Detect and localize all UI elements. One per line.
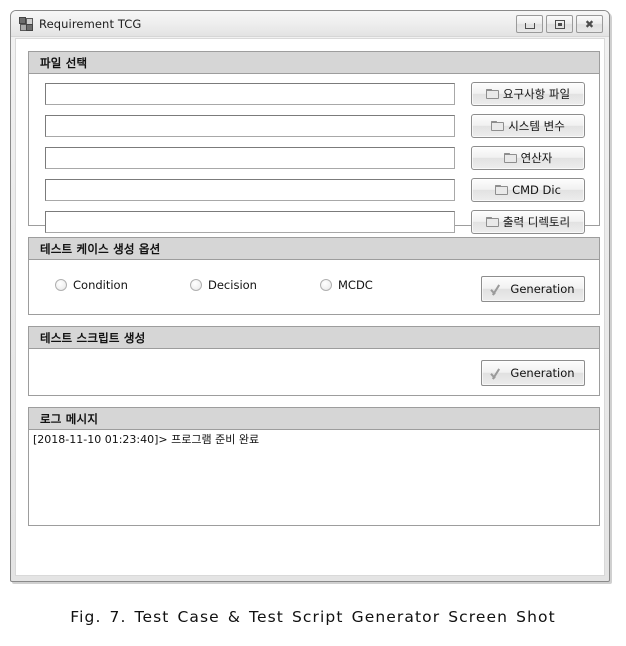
log-body: [2018-11-10 01:23:40]> 프로그램 준비 완료	[29, 430, 599, 525]
log-output[interactable]: [2018-11-10 01:23:40]> 프로그램 준비 완료	[29, 430, 599, 525]
figure-caption: Fig. 7. Test Case & Test Script Generato…	[70, 608, 556, 626]
cmd-dic-input[interactable]	[45, 179, 455, 201]
testcase-option-body: Condition Decision MCDC Generation	[29, 260, 599, 314]
application-window: Requirement TCG ✖ 파일 선택 요구사항 파일 시스템 변수 연…	[10, 10, 610, 582]
testcase-generation-button[interactable]: Generation	[481, 276, 585, 302]
system-variable-button-label: 시스템 변수	[508, 119, 565, 133]
system-variable-input[interactable]	[45, 115, 455, 137]
testcase-option-group: 테스트 케이스 생성 옵션 Condition Decision MCDC Ge…	[28, 237, 600, 315]
minimize-icon	[524, 23, 535, 29]
radio-mcdc[interactable]: MCDC	[320, 278, 373, 292]
script-generation-group: 테스트 스크립트 생성 Generation	[28, 326, 600, 396]
radio-decision-label: Decision	[208, 278, 257, 292]
testcase-generation-label: Generation	[510, 282, 575, 296]
file-selection-header: 파일 선택	[29, 52, 599, 74]
cmd-dic-button[interactable]: CMD Dic	[471, 178, 585, 202]
file-selection-group: 파일 선택 요구사항 파일 시스템 변수 연산자 CMD Dic 출력 디렉토리	[28, 51, 600, 234]
folder-icon	[503, 152, 518, 164]
form-icon	[19, 16, 33, 31]
client-area: 파일 선택 요구사항 파일 시스템 변수 연산자 CMD Dic 출력 디렉토리…	[15, 38, 605, 576]
operator-button[interactable]: 연산자	[471, 146, 585, 170]
system-variable-button[interactable]: 시스템 변수	[471, 114, 585, 138]
output-directory-button[interactable]: 출력 디렉토리	[471, 210, 585, 234]
check-icon	[491, 283, 505, 296]
log-line: [2018-11-10 01:23:40]> 프로그램 준비 완료	[33, 433, 260, 446]
window-controls: ✖	[516, 15, 603, 33]
log-group: 로그 메시지 [2018-11-10 01:23:40]> 프로그램 준비 완료	[28, 407, 600, 526]
radio-condition-label: Condition	[73, 278, 128, 292]
operator-button-label: 연산자	[520, 151, 553, 165]
folder-icon	[495, 184, 509, 196]
radio-condition[interactable]: Condition	[55, 278, 128, 292]
radio-decision[interactable]: Decision	[190, 278, 257, 292]
file-selection-body: 요구사항 파일 시스템 변수 연산자 CMD Dic 출력 디렉토리	[29, 74, 599, 234]
folder-icon	[491, 120, 505, 132]
script-generation-button[interactable]: Generation	[481, 360, 585, 386]
script-generation-body: Generation	[29, 349, 599, 395]
radio-icon	[190, 279, 202, 291]
coverage-radio-group: Condition Decision MCDC	[45, 278, 475, 298]
title-bar[interactable]: Requirement TCG ✖	[11, 11, 609, 37]
close-icon: ✖	[584, 17, 595, 31]
operator-input[interactable]	[45, 147, 455, 169]
cmd-dic-button-label: CMD Dic	[512, 183, 561, 197]
radio-icon	[55, 279, 67, 291]
testcase-option-header: 테스트 케이스 생성 옵션	[29, 238, 599, 260]
folder-icon	[485, 88, 500, 100]
output-directory-input[interactable]	[45, 211, 455, 233]
folder-icon	[485, 216, 500, 228]
check-icon	[491, 367, 505, 380]
maximize-icon	[554, 19, 565, 29]
log-header: 로그 메시지	[29, 408, 599, 430]
script-generation-label: Generation	[510, 366, 575, 380]
minimize-button[interactable]	[516, 15, 543, 33]
requirements-file-button-label: 요구사항 파일	[502, 87, 571, 101]
requirements-file-button[interactable]: 요구사항 파일	[471, 82, 585, 106]
window-title: Requirement TCG	[39, 16, 142, 31]
requirements-file-input[interactable]	[45, 83, 455, 105]
maximize-button[interactable]	[546, 15, 573, 33]
radio-mcdc-label: MCDC	[338, 278, 373, 292]
output-directory-button-label: 출력 디렉토리	[502, 215, 571, 229]
script-generation-header: 테스트 스크립트 생성	[29, 327, 599, 349]
close-button[interactable]: ✖	[576, 15, 603, 33]
radio-icon	[320, 279, 332, 291]
